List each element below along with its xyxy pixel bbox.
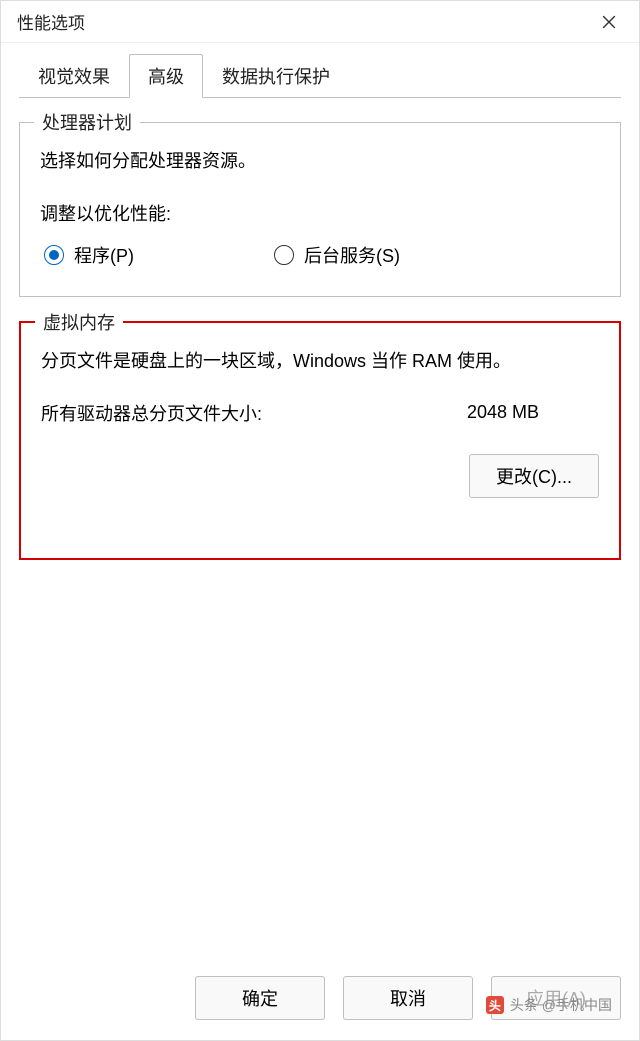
radio-programs-label: 程序(P): [74, 242, 134, 268]
processor-scheduling-group: 处理器计划 选择如何分配处理器资源。 调整以优化性能: 程序(P) 后台服务(S…: [19, 122, 621, 297]
radio-row: 程序(P) 后台服务(S): [40, 242, 600, 268]
close-icon: [602, 15, 616, 29]
processor-group-title: 处理器计划: [34, 109, 140, 135]
paging-file-size-row: 所有驱动器总分页文件大小: 2048 MB: [41, 400, 599, 426]
radio-background-services[interactable]: 后台服务(S): [274, 242, 400, 268]
tab-strip: 视觉效果 高级 数据执行保护: [1, 43, 639, 97]
tab-dep[interactable]: 数据执行保护: [203, 54, 349, 98]
dialog-footer: 确定 取消 应用(A): [1, 962, 639, 1040]
processor-desc: 选择如何分配处理器资源。: [40, 147, 600, 176]
paging-file-size-label: 所有驱动器总分页文件大小:: [41, 400, 262, 426]
virtual-memory-group: 虚拟内存 分页文件是硬盘上的一块区域，Windows 当作 RAM 使用。 所有…: [19, 321, 621, 560]
tab-visual-effects[interactable]: 视觉效果: [19, 54, 129, 98]
tab-content-advanced: 处理器计划 选择如何分配处理器资源。 调整以优化性能: 程序(P) 后台服务(S…: [1, 98, 639, 962]
close-button[interactable]: [593, 6, 625, 38]
radio-background-label: 后台服务(S): [304, 242, 400, 268]
paging-file-size-value: 2048 MB: [467, 402, 539, 423]
radio-programs[interactable]: 程序(P): [44, 242, 134, 268]
virtual-memory-title: 虚拟内存: [35, 309, 123, 335]
change-button[interactable]: 更改(C)...: [469, 454, 599, 498]
virtual-memory-desc: 分页文件是硬盘上的一块区域，Windows 当作 RAM 使用。: [41, 347, 599, 376]
radio-circle-icon: [44, 245, 64, 265]
change-button-row: 更改(C)...: [41, 454, 599, 498]
adjust-label: 调整以优化性能:: [40, 200, 600, 226]
cancel-button[interactable]: 取消: [343, 976, 473, 1020]
radio-circle-icon: [274, 245, 294, 265]
titlebar: 性能选项: [1, 1, 639, 43]
performance-options-window: 性能选项 视觉效果 高级 数据执行保护 处理器计划 选择如何分配处理器资源。 调…: [0, 0, 640, 1041]
apply-button[interactable]: 应用(A): [491, 976, 621, 1020]
tab-advanced[interactable]: 高级: [129, 54, 203, 98]
radio-dot-icon: [49, 250, 59, 260]
window-title: 性能选项: [17, 9, 85, 34]
ok-button[interactable]: 确定: [195, 976, 325, 1020]
